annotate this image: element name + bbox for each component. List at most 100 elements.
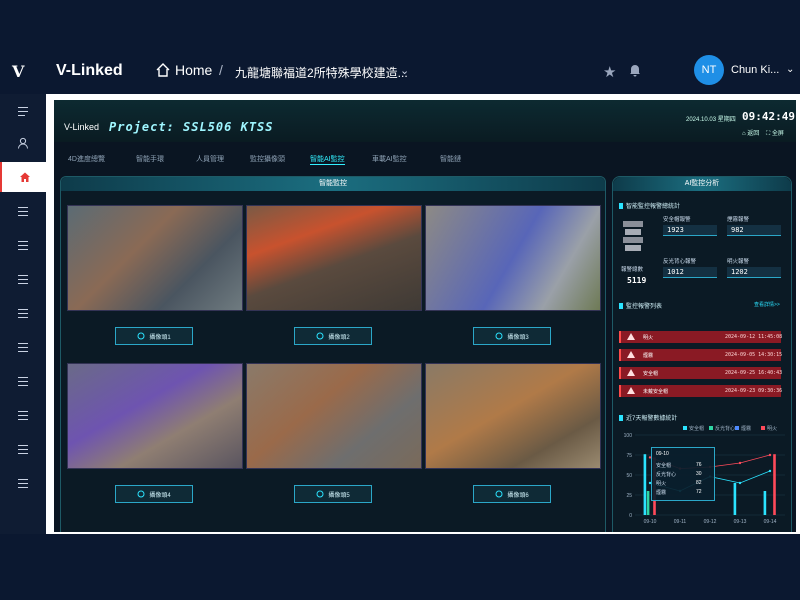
bar [733, 483, 737, 515]
tab-personnel[interactable]: 人員管理 [196, 154, 224, 164]
camera-feed-4[interactable] [67, 363, 243, 469]
stats-section-title: 智能監控報警總統計 [619, 201, 680, 210]
home-label: Home [175, 62, 213, 78]
sidebar-item-9[interactable] [0, 366, 46, 396]
x-tick-label: 09-12 [704, 519, 717, 525]
legend-label: 煙霧 [741, 425, 751, 432]
legend-label: 反光背心 [715, 425, 735, 432]
bar [643, 454, 647, 515]
x-tick-label: 09-11 [674, 519, 687, 525]
dashboard-date: 2024.10.03 星期四 [686, 114, 736, 123]
camera-icon [495, 332, 503, 340]
sidebar-item-5[interactable] [0, 230, 46, 260]
stack-layers-icon [623, 221, 643, 251]
tooltip-value: 82 [696, 480, 702, 486]
x-tick-label: 09-13 [734, 519, 747, 525]
camera-label-3[interactable]: 攝像頭3 [473, 327, 551, 345]
sidebar-item-11[interactable] [0, 434, 46, 464]
home-link[interactable]: Home [155, 62, 212, 78]
stat-label-vest: 反光背心報警 [663, 259, 697, 265]
dashboard: V-Linked Project: SSL506 KTSS 2024.10.03… [54, 100, 796, 532]
legend-swatch [761, 426, 765, 430]
alarm-more-link[interactable]: 查看詳情>> [754, 301, 780, 308]
fullscreen-label: 全屏 [771, 131, 784, 137]
sidebar-item-4[interactable] [0, 196, 46, 226]
camera-label-text: 攝像頭4 [149, 492, 171, 499]
tooltip-value: 72 [696, 489, 702, 495]
sidebar-menu-toggle[interactable] [0, 96, 46, 126]
alarm-row[interactable]: 未戴安全帽 2024-09-23 09:30:36 [619, 385, 783, 397]
ai-analysis-title: AI監控分析 [613, 177, 791, 191]
list-icon [18, 342, 28, 352]
camera-label-5[interactable]: 攝像頭5 [294, 485, 372, 503]
sidebar-item-10[interactable] [0, 400, 46, 430]
chevron-down-icon[interactable]: ⌄ [400, 64, 409, 77]
list-icon [18, 240, 28, 250]
line-point [768, 469, 772, 473]
user-name[interactable]: Chun Ki... [731, 64, 779, 76]
camera-label-2[interactable]: 攝像頭2 [294, 327, 372, 345]
alarm-row[interactable]: 安全帽 2024-09-25 16:40:43 [619, 367, 782, 379]
y-tick-label: 100 [624, 433, 633, 439]
x-tick-label: 09-10 [644, 519, 657, 525]
alarm-type: 明火 [643, 335, 654, 341]
tab-smart-chain[interactable]: 智能鏈 [440, 154, 461, 164]
tab-4d-progress[interactable]: 4D進度總覽 [68, 154, 105, 164]
y-tick-label: 25 [626, 493, 632, 499]
fullscreen-button[interactable]: ⛶ 全屏 [766, 131, 784, 137]
total-alarms-label: 報警總數 [621, 267, 644, 273]
legend-label: 安全帽 [689, 425, 704, 432]
alarm-time: 2024-09-05 14:30:15 [725, 352, 783, 358]
sidebar-item-user[interactable] [0, 128, 46, 158]
camera-feed-1[interactable] [67, 205, 243, 311]
sidebar-item-7[interactable] [0, 298, 46, 328]
y-tick-label: 0 [629, 513, 632, 519]
tab-smart-band[interactable]: 智能手環 [136, 154, 164, 164]
sidebar-item-home[interactable] [0, 162, 48, 192]
warning-icon [627, 387, 635, 394]
project-title: Project: SSL506 KTSS [109, 120, 274, 134]
breadcrumb-project[interactable]: 九龍塘聯福道2所特殊學校建造... [235, 64, 408, 81]
brand-name[interactable]: V-Linked [56, 62, 123, 80]
camera-label-text: 攝像頭5 [328, 492, 350, 499]
camera-feed-6[interactable] [425, 363, 601, 469]
camera-feed-3[interactable] [425, 205, 601, 311]
camera-feed-5[interactable] [246, 363, 422, 469]
user-icon [18, 137, 28, 149]
alarm-time: 2024-09-23 09:30:36 [725, 388, 783, 394]
bar [646, 491, 650, 515]
dashboard-header: V-Linked Project: SSL506 KTSS 2024.10.03… [54, 100, 796, 142]
sidebar-item-12[interactable] [0, 468, 46, 498]
bell-icon[interactable] [628, 63, 642, 77]
list-icon [18, 478, 28, 488]
camera-feed-2[interactable] [246, 205, 422, 311]
home-icon [20, 172, 30, 182]
camera-icon [495, 490, 503, 498]
list-icon [18, 376, 28, 386]
chart-section-title: 近7天報警數據統計 [619, 413, 677, 422]
tooltip-value: 76 [696, 462, 702, 468]
tab-cameras[interactable]: 監控攝像頭 [250, 154, 285, 164]
star-icon[interactable]: ★ [603, 63, 616, 81]
sidebar-item-8[interactable] [0, 332, 46, 362]
brand-logo-icon[interactable]: V [12, 62, 24, 81]
camera-icon [316, 332, 324, 340]
camera-label-6[interactable]: 攝像頭6 [473, 485, 551, 503]
user-chevron-down-icon[interactable]: ⌄ [786, 64, 794, 75]
list-icon [18, 274, 28, 284]
tab-vehicle-ai[interactable]: 車載AI監控 [372, 154, 407, 164]
stat-label-fire: 明火報警 [727, 259, 750, 265]
stat-value-helmet: 1923 [663, 225, 717, 236]
stat-label-smoke: 煙霧報警 [727, 217, 750, 223]
alarm-row[interactable]: 明火 2024-09-12 11:45:08 [619, 331, 782, 343]
date-value: 2024.10.03 [686, 117, 717, 123]
alarm-row[interactable]: 煙霧 2024-09-05 14:30:15 [619, 349, 783, 361]
camera-label-4[interactable]: 攝像頭4 [115, 485, 193, 503]
tab-ai-monitoring[interactable]: 智能AI監控 [310, 154, 345, 165]
camera-label-1[interactable]: 攝像頭1 [115, 327, 193, 345]
legend-swatch [735, 426, 739, 430]
avatar[interactable]: NT [694, 55, 724, 85]
back-button[interactable]: ⌂ 返回 [742, 131, 759, 137]
camera-label-text: 攝像頭6 [507, 492, 529, 499]
sidebar-item-6[interactable] [0, 264, 46, 294]
